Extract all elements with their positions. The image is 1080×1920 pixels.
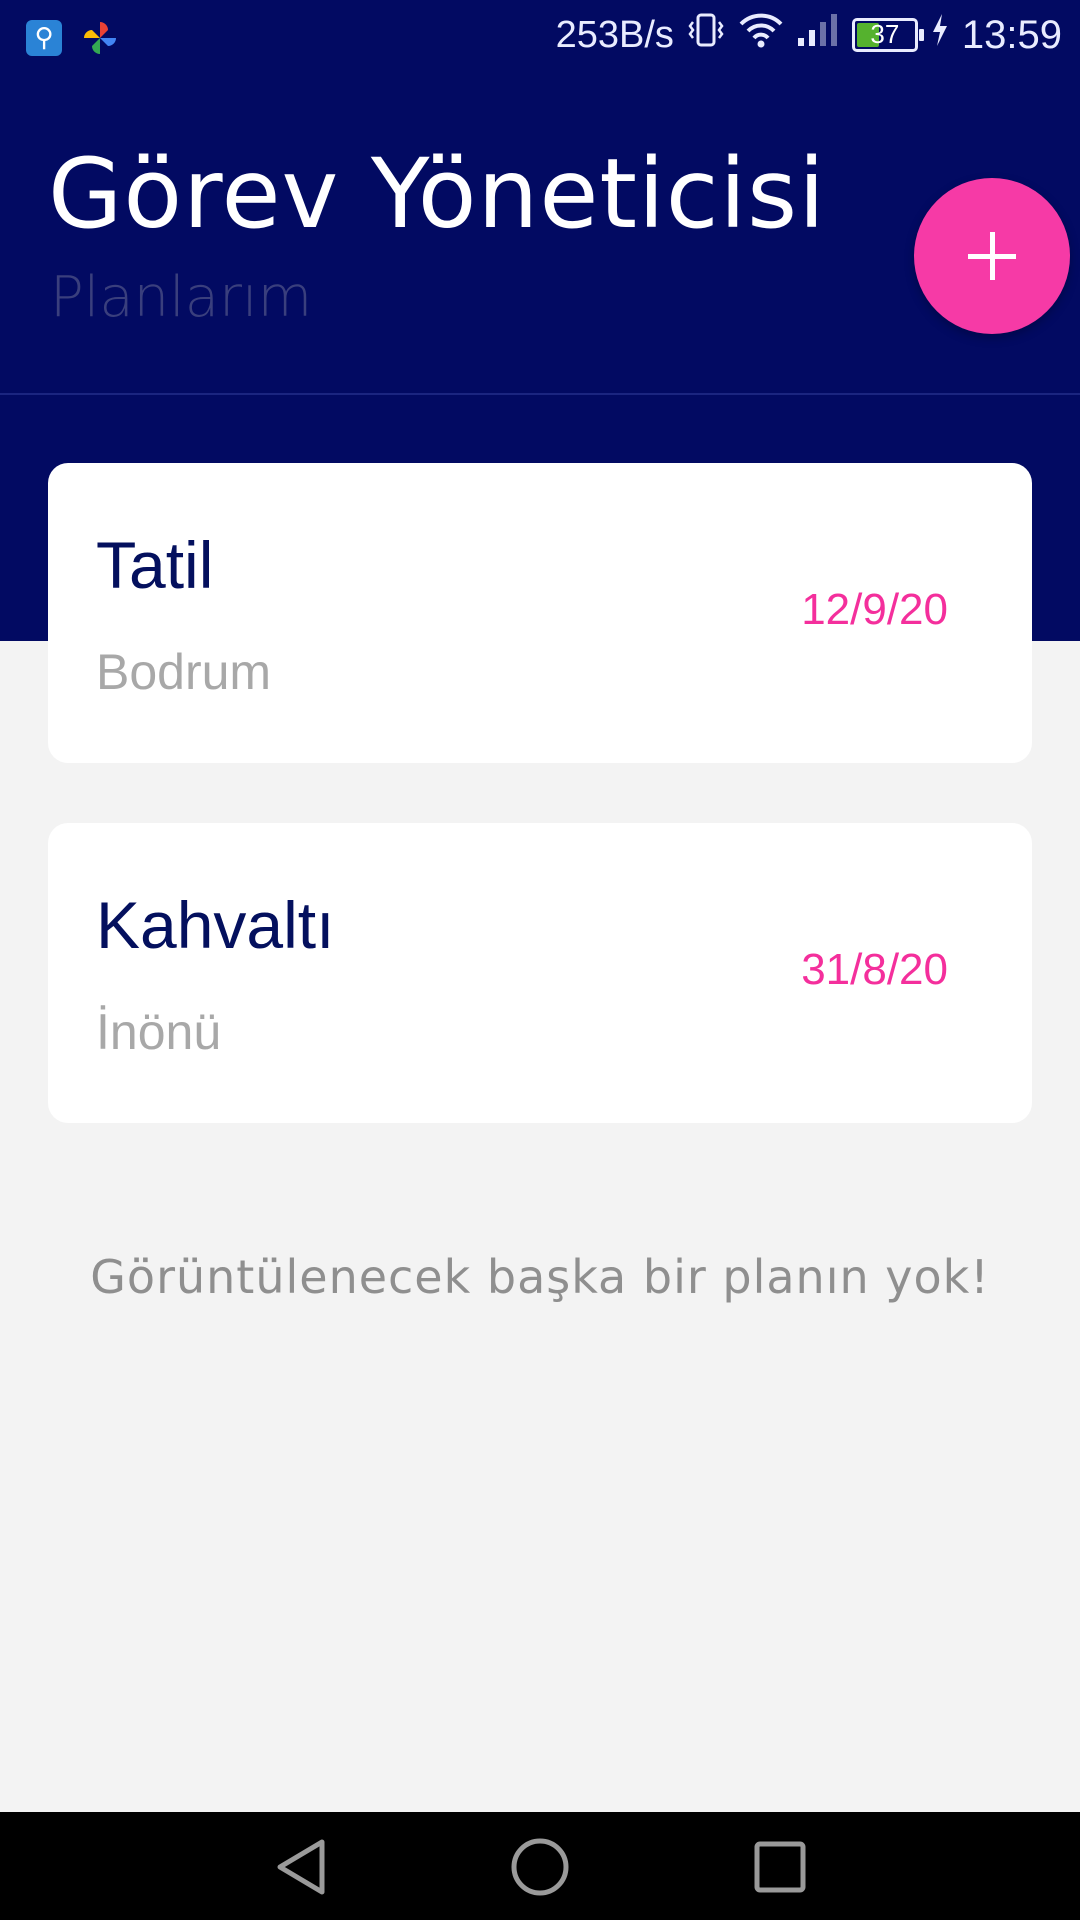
status-bar-right: 253B/s 37 13:59	[556, 10, 1062, 60]
empty-state-message: Görüntülenecek başka bir planın yok!	[90, 1250, 990, 1304]
home-icon	[511, 1838, 569, 1896]
back-button[interactable]	[266, 1832, 336, 1902]
plan-title: Tatil	[96, 528, 214, 602]
plan-card[interactable]: Tatil Bodrum 12/9/20	[48, 463, 1032, 763]
vibrate-icon	[686, 10, 726, 60]
navigation-bar	[0, 1812, 1080, 1920]
header-divider	[0, 393, 1080, 395]
battery-icon: 37	[851, 18, 924, 52]
screen: ⚲ 253B/s 37 13:59 Görev Yöneticisi Planl…	[0, 0, 1080, 1920]
home-button[interactable]	[505, 1832, 575, 1902]
charging-icon	[930, 10, 950, 60]
status-bar: ⚲ 253B/s 37 13:59	[0, 0, 1080, 75]
plan-date: 12/9/20	[801, 585, 948, 634]
status-bar-left: ⚲	[26, 18, 120, 58]
add-plan-button[interactable]	[914, 178, 1070, 334]
usb-icon: ⚲	[26, 20, 62, 56]
back-icon	[277, 1839, 325, 1895]
page-subtitle: Planlarım	[50, 265, 313, 330]
recents-button[interactable]	[745, 1832, 815, 1902]
app-title: Görev Yöneticisi	[48, 138, 826, 250]
plan-location: Bodrum	[96, 644, 272, 700]
plan-date: 31/8/20	[801, 945, 948, 994]
network-speed: 253B/s	[555, 13, 674, 56]
clock: 13:59	[961, 12, 1062, 57]
plan-title: Kahvaltı	[96, 888, 335, 962]
pinwheel-icon	[80, 18, 120, 58]
signal-icon	[796, 10, 840, 60]
wifi-icon	[738, 10, 784, 60]
recents-icon	[754, 1841, 806, 1893]
plan-card[interactable]: Kahvaltı İnönü 31/8/20	[48, 823, 1032, 1123]
plan-location: İnönü	[96, 1004, 222, 1060]
battery-percent: 37	[870, 19, 900, 49]
